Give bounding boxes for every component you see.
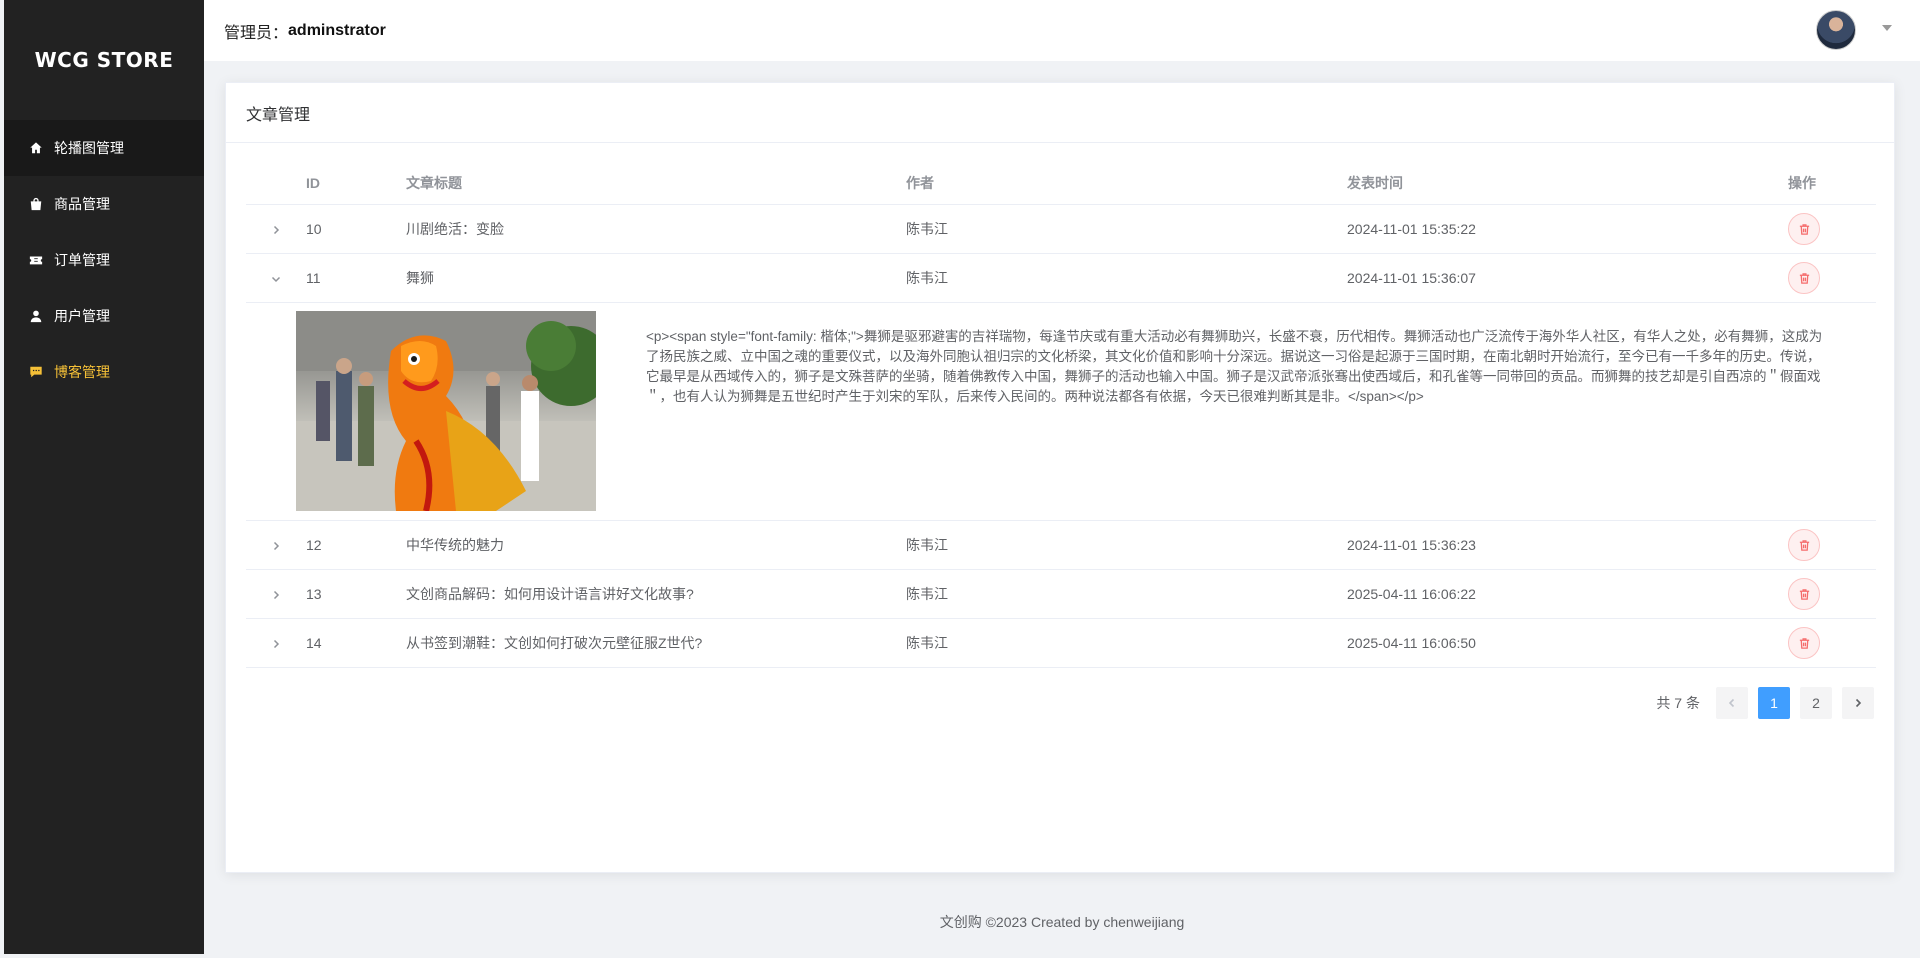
trash-icon (1799, 588, 1809, 600)
cell-time: 2025-04-11 16:06:22 (1347, 586, 1476, 602)
article-content: <p><span style="font-family: 楷体;">舞狮是驱邪避… (646, 329, 1823, 404)
column-header-author: 作者 (906, 174, 934, 191)
table-header: ID 文章标题 作者 发表时间 操作 (246, 161, 1876, 205)
logo: WCG STORE (34, 48, 174, 72)
footer: 文创购 ©2023 Created by chenweijiang (939, 914, 1185, 930)
cell-id: 13 (306, 586, 322, 602)
table-row: 13 文创商品解码：如何用设计语言讲好文化故事? 陈韦江 2025-04-11 … (246, 570, 1876, 619)
admin-name: adminstrator (288, 21, 386, 39)
trash-icon (1799, 272, 1809, 284)
cell-id: 11 (306, 270, 321, 286)
user-icon (28, 308, 44, 324)
article-card: 文章管理 ID 文章标题 作者 发表时间 操作 10 川剧绝活：变脸 陈韦江 2… (225, 82, 1895, 873)
card-title: 文章管理 (226, 83, 1894, 143)
cell-title: 舞狮 (406, 270, 434, 286)
chevron-right-icon[interactable] (270, 223, 282, 235)
cell-title: 从书签到潮鞋：文创如何打破次元壁征服Z世代? (406, 635, 703, 651)
chat-icon (28, 364, 44, 380)
home-icon (28, 140, 44, 156)
table-row: 10 川剧绝活：变脸 陈韦江 2024-11-01 15:35:22 (246, 205, 1876, 254)
trash-icon (1799, 223, 1809, 235)
trash-icon (1799, 539, 1809, 551)
sidebar: WCG STORE 轮播图管理 商品管理 订单管理 用户管理 博客管理 (4, 0, 204, 954)
chevron-right-icon (1855, 698, 1862, 708)
column-header-id: ID (306, 174, 320, 191)
app: WCG STORE 轮播图管理 商品管理 订单管理 用户管理 博客管理 管理员：… (0, 0, 1920, 958)
cell-time: 2024-11-01 15:35:22 (1347, 221, 1476, 237)
chevron-right-icon[interactable] (270, 588, 282, 600)
cell-time: 2024-11-01 15:36:07 (1347, 270, 1476, 286)
column-header-time: 发表时间 (1347, 174, 1403, 191)
sidebar-item-carousel[interactable]: 轮播图管理 (4, 120, 204, 176)
admin-label: 管理员： (224, 24, 289, 42)
sidebar-item-label: 商品管理 (54, 196, 110, 212)
cell-id: 12 (306, 537, 322, 553)
cell-author: 陈韦江 (906, 537, 948, 553)
cell-time: 2025-04-11 16:06:50 (1347, 635, 1476, 651)
cell-time: 2024-11-01 15:36:23 (1347, 537, 1476, 553)
expanded-content: <p><span style="font-family: 楷体;">舞狮是驱邪避… (246, 303, 1876, 521)
cell-author: 陈韦江 (906, 221, 948, 237)
delete-button[interactable] (1788, 262, 1820, 294)
sidebar-item-blog[interactable]: 博客管理 (4, 344, 204, 400)
chevron-right-icon[interactable] (270, 637, 282, 649)
chevron-right-icon[interactable] (270, 539, 282, 551)
chevron-down-icon[interactable] (270, 272, 282, 284)
ticket-icon (28, 252, 44, 268)
caret-down-icon[interactable] (1882, 25, 1892, 31)
table-row-expanded: 11 舞狮 陈韦江 2024-11-01 15:36:07 (246, 254, 1876, 303)
cell-title: 川剧绝活：变脸 (406, 221, 504, 237)
table-row: 14 从书签到潮鞋：文创如何打破次元壁征服Z世代? 陈韦江 2025-04-11… (246, 619, 1876, 668)
sidebar-item-label: 轮播图管理 (54, 140, 124, 156)
page-button-2[interactable]: 2 (1800, 687, 1832, 719)
cell-title: 文创商品解码：如何用设计语言讲好文化故事? (406, 586, 694, 602)
cell-title: 中华传统的魅力 (406, 537, 504, 553)
cell-author: 陈韦江 (906, 586, 948, 602)
trash-icon (1799, 637, 1809, 649)
delete-button[interactable] (1788, 213, 1820, 245)
next-page-button[interactable] (1842, 687, 1874, 719)
sidebar-item-orders[interactable]: 订单管理 (4, 232, 204, 288)
shopping-bag-icon (28, 196, 44, 212)
cell-id: 10 (306, 221, 322, 237)
lion-dance-image (296, 311, 596, 511)
article-table: ID 文章标题 作者 发表时间 操作 10 川剧绝活：变脸 陈韦江 2024-1… (246, 161, 1876, 668)
prev-page-button[interactable] (1716, 687, 1748, 719)
pagination: 共 7 条 1 2 (1656, 687, 1874, 719)
delete-button[interactable] (1788, 529, 1820, 561)
sidebar-item-label: 订单管理 (54, 252, 110, 268)
page-button-1[interactable]: 1 (1758, 687, 1790, 719)
pagination-total: 共 7 条 (1656, 695, 1700, 711)
cell-author: 陈韦江 (906, 635, 948, 651)
top-header: 管理员： adminstrator (204, 0, 1920, 61)
avatar[interactable] (1816, 10, 1856, 50)
sidebar-item-label: 博客管理 (54, 364, 110, 380)
sidebar-item-label: 用户管理 (54, 308, 110, 324)
sidebar-item-products[interactable]: 商品管理 (4, 176, 204, 232)
delete-button[interactable] (1788, 627, 1820, 659)
chevron-left-icon (1728, 698, 1735, 708)
column-header-actions: 操作 (1788, 174, 1816, 191)
sidebar-item-users[interactable]: 用户管理 (4, 288, 204, 344)
cell-id: 14 (306, 635, 322, 651)
delete-button[interactable] (1788, 578, 1820, 610)
column-header-title: 文章标题 (406, 174, 462, 191)
table-row: 12 中华传统的魅力 陈韦江 2024-11-01 15:36:23 (246, 521, 1876, 570)
cell-author: 陈韦江 (906, 270, 948, 286)
